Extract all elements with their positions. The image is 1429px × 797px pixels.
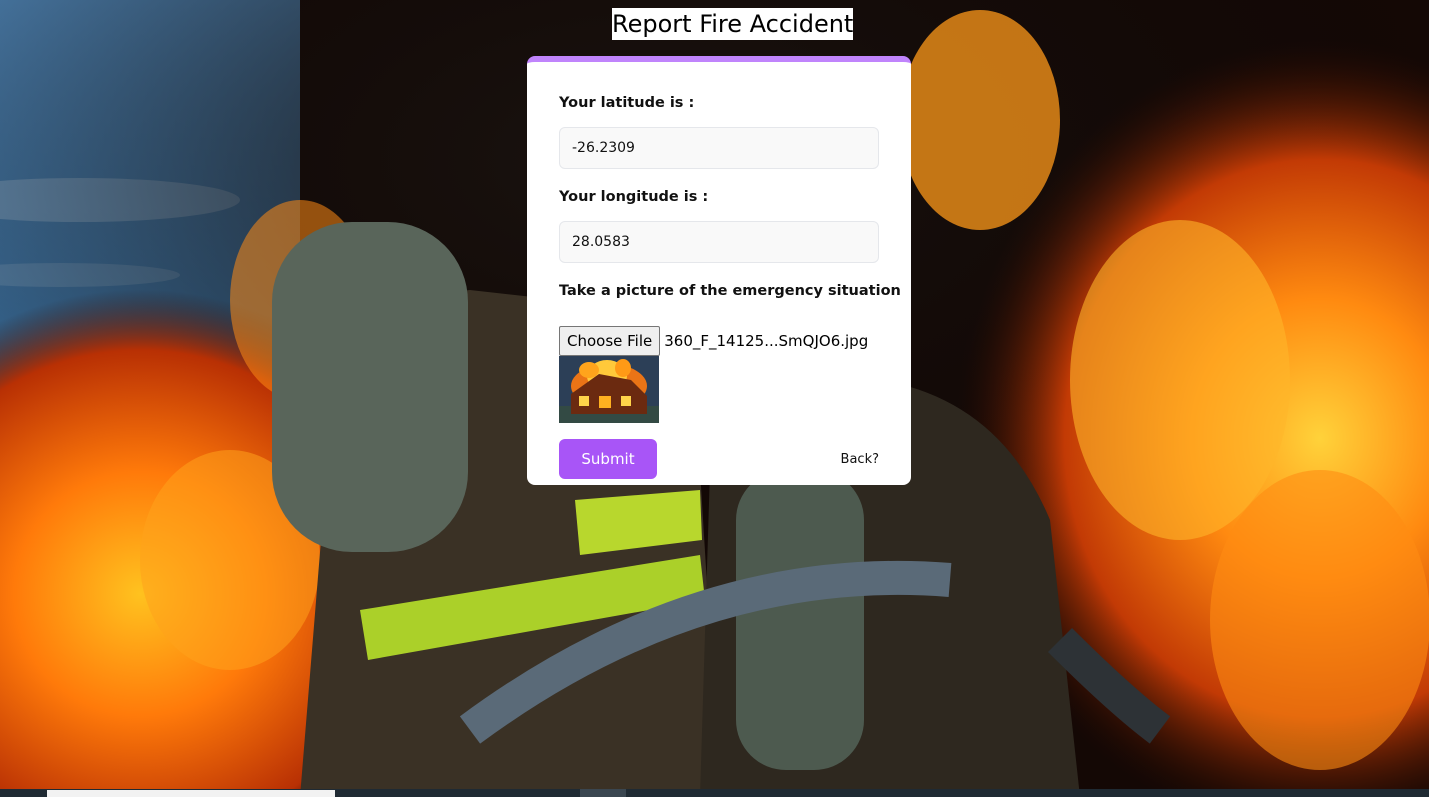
form-actions: Submit Back?	[559, 439, 879, 479]
image-preview	[559, 356, 659, 423]
page-title: Report Fire Accident	[612, 8, 854, 40]
choose-file-button[interactable]: Choose File	[559, 326, 661, 356]
longitude-input[interactable]	[559, 221, 879, 263]
longitude-label: Your longitude is :	[559, 189, 709, 205]
back-link[interactable]: Back?	[841, 452, 879, 467]
report-form-card: Your latitude is : Your longitude is : T…	[527, 56, 911, 485]
selected-file-name: 360_F_14125...SmQJO6.jpg	[664, 332, 869, 350]
submit-button[interactable]: Submit	[559, 439, 657, 479]
taskbar-active-app[interactable]	[580, 789, 626, 797]
latitude-label: Your latitude is :	[559, 95, 695, 111]
taskbar	[0, 789, 1429, 797]
taskbar-window-button[interactable]	[47, 790, 335, 797]
latitude-input[interactable]	[559, 127, 879, 169]
file-picker: Choose File 360_F_14125...SmQJO6.jpg	[559, 326, 879, 356]
picture-label: Take a picture of the emergency situatio…	[559, 283, 901, 299]
